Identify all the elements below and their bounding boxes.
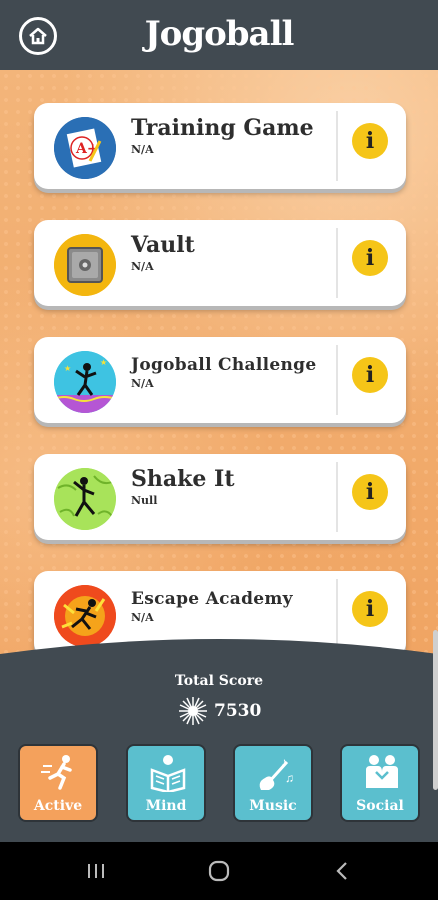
tab-social[interactable]: Social [340,744,420,822]
score-star-icon [179,697,207,725]
svg-text:♪: ♪ [281,755,287,769]
app-header: Jogoball [0,0,438,70]
game-list[interactable]: A+ Training Game N/A i Vault N/A i ★ ★ J… [0,70,438,670]
info-icon[interactable]: i [352,591,388,627]
back-chevron-icon [336,862,347,880]
game-title: Shake It [131,466,235,492]
game-card-jogoball-challenge[interactable]: ★ ★ Jogoball Challenge N/A i [34,337,406,423]
svg-text:★: ★ [100,358,107,367]
info-icon[interactable]: i [352,240,388,276]
divider [336,345,338,415]
game-status: N/A [131,143,154,156]
info-icon[interactable]: i [352,357,388,393]
recent-apps-button[interactable] [76,856,116,886]
game-title: Training Game [131,115,314,141]
game-card-vault[interactable]: Vault N/A i [34,220,406,306]
svg-text:★: ★ [64,364,71,373]
tab-music[interactable]: ♪ ♫ Music [233,744,313,822]
people-group-icon [366,755,398,788]
game-card-shake-it[interactable]: Shake It Null i [34,454,406,540]
running-person-icon [41,755,72,790]
jogoball-challenge-icon: ★ ★ [54,351,116,413]
system-navigation-bar [0,842,438,900]
divider [336,111,338,181]
tab-label: Social [356,798,404,814]
game-status: N/A [131,377,154,390]
home-nav-button[interactable] [199,856,239,886]
reading-person-icon [150,755,186,792]
vault-icon [54,234,116,296]
info-icon[interactable]: i [352,474,388,510]
tab-label: Active [33,798,83,814]
game-status: N/A [131,611,154,624]
total-score: 7530 [178,696,261,726]
back-button[interactable] [322,856,362,886]
game-title: Escape Academy [131,589,293,609]
scrollbar[interactable] [433,630,438,790]
shake-it-icon [54,468,116,530]
game-title: Jogoball Challenge [131,355,317,375]
total-score-label: Total Score [174,673,264,689]
total-score-value: 7530 [214,701,262,721]
bottom-panel: Total Score 7530 Active Mind ♪ ♫ Music S… [0,636,438,842]
app-logo: Jogoball [144,14,295,54]
info-icon[interactable]: i [352,123,388,159]
training-game-icon: A+ [54,117,116,179]
home-circle-icon [208,860,230,882]
tab-label: Mind [145,798,187,814]
tab-active[interactable]: Active [18,744,98,822]
divider [336,228,338,298]
game-status: Null [131,494,158,507]
game-title: Vault [131,232,195,258]
tab-mind[interactable]: Mind [126,744,206,822]
game-card-training-game[interactable]: A+ Training Game N/A i [34,103,406,189]
recent-apps-icon [88,864,104,878]
tab-label: Music [249,798,297,814]
guitar-music-icon: ♪ ♫ [259,755,294,790]
divider [336,462,338,532]
game-status: N/A [131,260,154,273]
svg-text:♫: ♫ [285,771,294,785]
